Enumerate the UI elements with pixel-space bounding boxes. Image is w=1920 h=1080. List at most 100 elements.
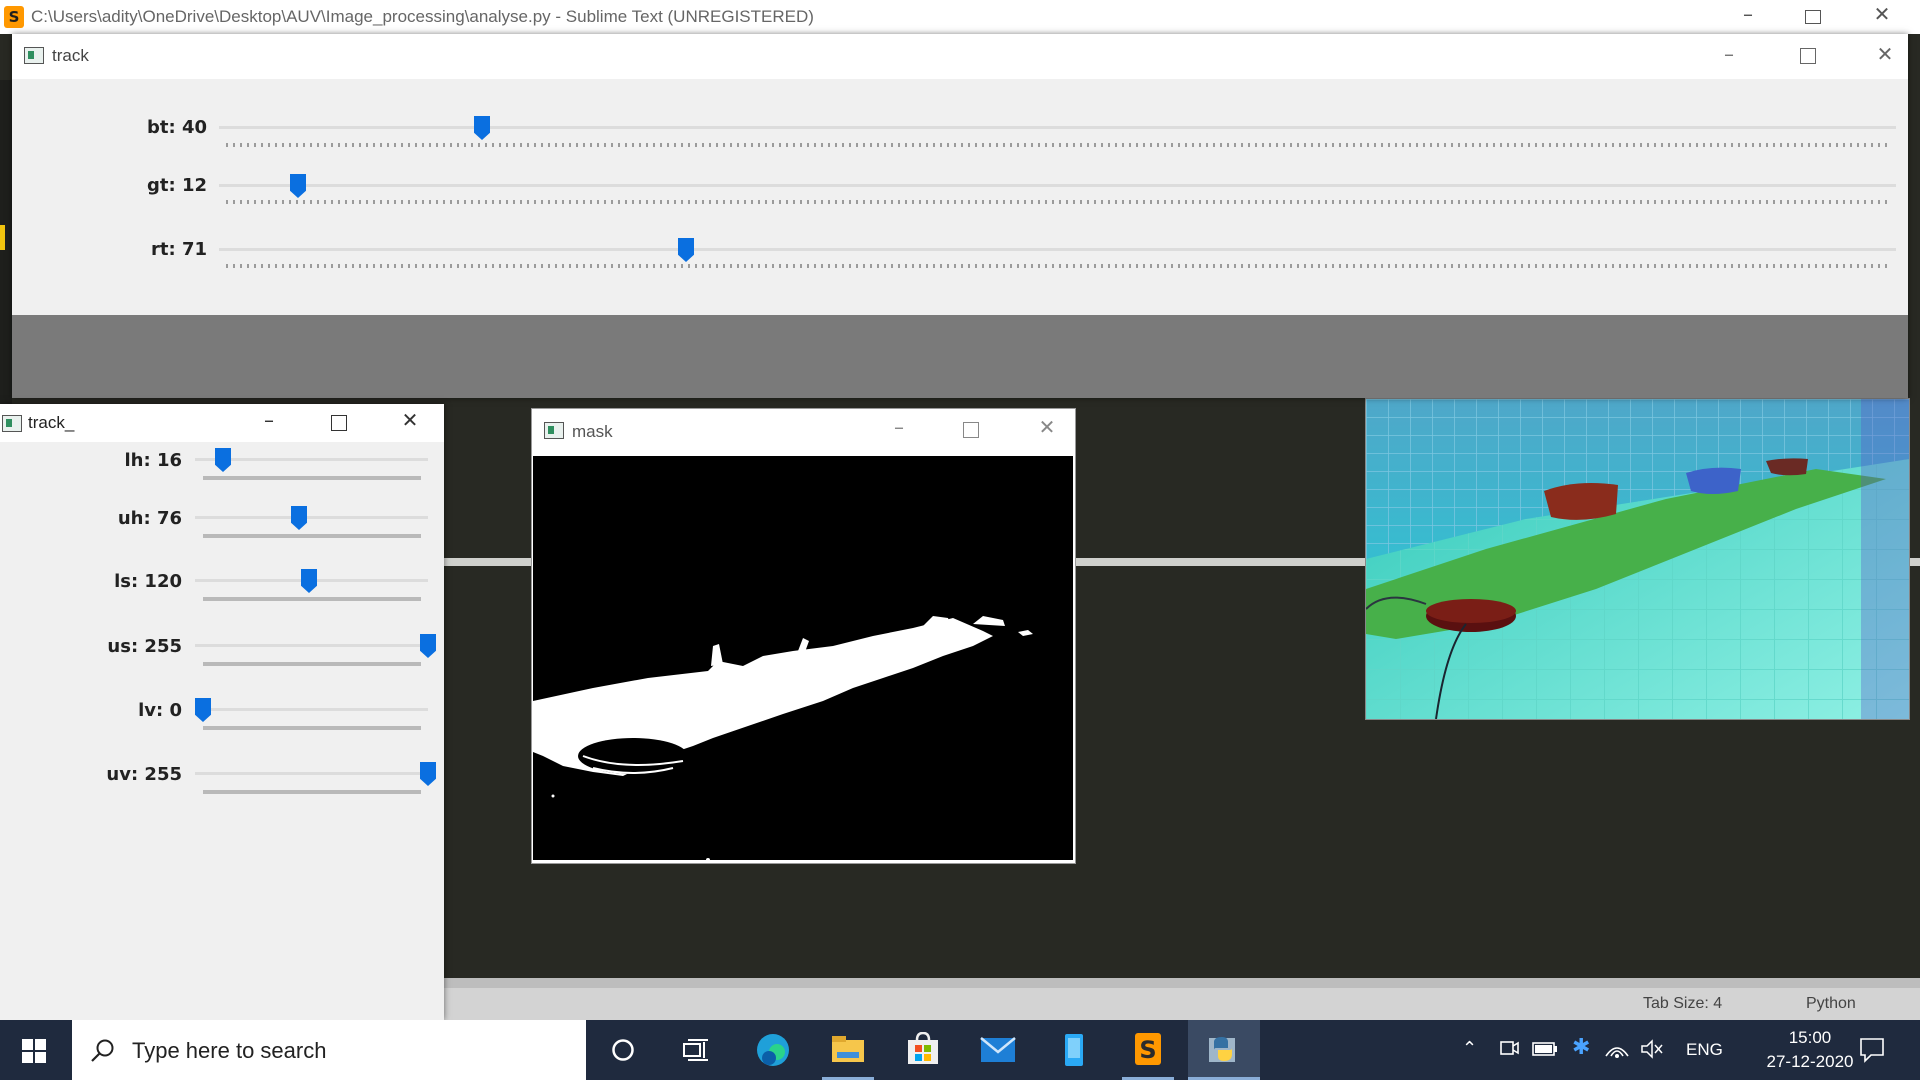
maximize-icon[interactable] (963, 422, 979, 438)
trackbar-thumb-bt[interactable] (474, 116, 490, 140)
trackbar-ticks-gt (226, 200, 1889, 204)
trackbar-groove-uh (195, 516, 428, 519)
trackbar-label-bt: bt: 40 (146, 117, 207, 138)
trackbar-base-uv (203, 790, 421, 794)
mail-button[interactable] (968, 1020, 1028, 1080)
trackbar-label-rt: rt: 71 (151, 239, 207, 260)
close-icon[interactable]: ✕ (1032, 415, 1062, 439)
trackbar-base-lh (203, 476, 421, 480)
edge-button[interactable] (742, 1020, 802, 1080)
start-button[interactable] (0, 1020, 72, 1080)
mask-image (533, 456, 1073, 862)
file-explorer-button[interactable] (818, 1020, 878, 1080)
modified-marker (0, 225, 5, 250)
svg-text:S: S (1139, 1036, 1156, 1064)
minimize-icon[interactable]: – (254, 408, 284, 432)
trackbar-groove-us (195, 644, 428, 647)
sublime-titlebar: S C:\Users\adity\OneDrive\Desktop\AUV\Im… (0, 0, 1920, 34)
trackbar-thumb-uv[interactable] (420, 762, 436, 786)
trackbar-thumb-lv[interactable] (195, 698, 211, 722)
close-icon[interactable]: ✕ (1862, 2, 1902, 26)
task-view-icon (683, 1039, 708, 1061)
tab-size-indicator[interactable]: Tab Size: 4 (1643, 995, 1722, 1013)
status-bar-top (443, 978, 1920, 988)
edge-icon (757, 1034, 789, 1066)
trackbar-label-ls: ls: 120 (114, 571, 182, 592)
clock-date[interactable]: 27-12-2020 (1760, 1052, 1860, 1072)
maximize-icon[interactable] (1800, 48, 1816, 64)
track2-window: track_ – ✕ lh: 16 uh: 76 ls: 120 us: 255 lv:… (0, 404, 444, 1020)
search-icon (91, 1039, 114, 1062)
trackbar-thumb-lh[interactable] (215, 448, 231, 472)
sublime-text-button[interactable]: S (1118, 1020, 1178, 1080)
cortana-icon (612, 1039, 634, 1061)
syntax-indicator[interactable]: Python (1806, 995, 1856, 1013)
trackbar-label-us: us: 255 (107, 636, 182, 657)
wifi-icon[interactable] (1604, 1036, 1630, 1060)
close-icon[interactable]: ✕ (1870, 42, 1900, 66)
opencv-window-icon (2, 415, 22, 432)
trackbar-thumb-us[interactable] (420, 634, 436, 658)
mail-icon (980, 1037, 1016, 1062)
close-icon[interactable]: ✕ (395, 408, 425, 432)
mask-window-title: mask (572, 422, 613, 441)
track2-window-title: track_ (28, 413, 75, 432)
trackbar-base-ls (203, 597, 421, 601)
action-center-icon[interactable] (1858, 1036, 1886, 1064)
search-placeholder: Type here to search (132, 1038, 327, 1063)
sublime-text-icon: S (1135, 1033, 1161, 1065)
taskbar: Type here to search S ⌃ ✱ ENG 15:00 27-1… (0, 1020, 1920, 1080)
trackbar-groove-lv (195, 708, 428, 711)
battery-icon[interactable] (1532, 1040, 1558, 1058)
python-icon (1209, 1037, 1235, 1062)
file-explorer-icon (832, 1036, 864, 1062)
trackbar-label-lv: lv: 0 (138, 700, 182, 721)
sublime-window-title: C:\Users\adity\OneDrive\Desktop\AUV\Imag… (31, 7, 814, 26)
trackbar-ticks-rt (226, 264, 1889, 268)
trackbar-base-uh (203, 534, 421, 538)
show-hidden-icons-chevron-up-icon[interactable]: ⌃ (1462, 1038, 1477, 1059)
track-titlebar: track – ✕ (12, 34, 1908, 79)
sublime-logo-icon: S (4, 6, 24, 28)
store-button[interactable] (892, 1020, 952, 1080)
trackbar-base-lv (203, 726, 421, 730)
windows-logo-icon (22, 1039, 46, 1063)
track2-titlebar: track_ – ✕ (0, 404, 444, 442)
taskbar-search-box[interactable]: Type here to search (72, 1020, 586, 1080)
track-window: track – ✕ bt: 40 gt: 12 rt: 71 (12, 34, 1908, 398)
clock-time[interactable]: 15:00 (1760, 1028, 1860, 1048)
trackbar-groove-rt (219, 248, 1896, 251)
mask-window: mask – ✕ (531, 408, 1076, 864)
trackbar-groove-uv (195, 772, 428, 775)
meet-now-icon[interactable] (1498, 1038, 1520, 1060)
minimize-icon[interactable]: – (1714, 42, 1744, 66)
app-icon (1065, 1034, 1083, 1066)
minimize-icon[interactable]: – (884, 415, 914, 439)
trackbar-thumb-rt[interactable] (678, 238, 694, 262)
track-window-title: track (52, 46, 89, 65)
trackbar-base-us (203, 662, 421, 666)
trackbar-thumb-ls[interactable] (301, 569, 317, 593)
trackbar-ticks-bt (226, 143, 1889, 147)
camera-image (1365, 398, 1910, 720)
python-button[interactable] (1188, 1020, 1260, 1080)
app-button[interactable] (1043, 1020, 1103, 1080)
task-view-button[interactable] (666, 1020, 726, 1080)
restore-icon[interactable] (1805, 10, 1821, 24)
track-trackbar-panel: bt: 40 gt: 12 rt: 71 (12, 79, 1908, 315)
cortana-button[interactable] (593, 1020, 653, 1080)
trackbar-groove-gt (219, 184, 1896, 187)
trackbar-groove-bt (219, 126, 1896, 129)
store-icon (908, 1032, 938, 1064)
bluetooth-icon[interactable]: ✱ (1572, 1035, 1590, 1060)
trackbar-thumb-gt[interactable] (290, 174, 306, 198)
trackbar-label-uv: uv: 255 (106, 764, 182, 785)
opencv-window-icon (24, 47, 44, 64)
maximize-icon[interactable] (331, 415, 347, 431)
input-language[interactable]: ENG (1686, 1040, 1723, 1060)
trackbar-thumb-uh[interactable] (291, 506, 307, 530)
minimize-icon[interactable]: – (1728, 2, 1768, 26)
trackbar-label-lh: lh: 16 (124, 450, 183, 471)
volume-muted-icon[interactable] (1640, 1038, 1664, 1060)
opencv-window-icon (544, 422, 564, 439)
